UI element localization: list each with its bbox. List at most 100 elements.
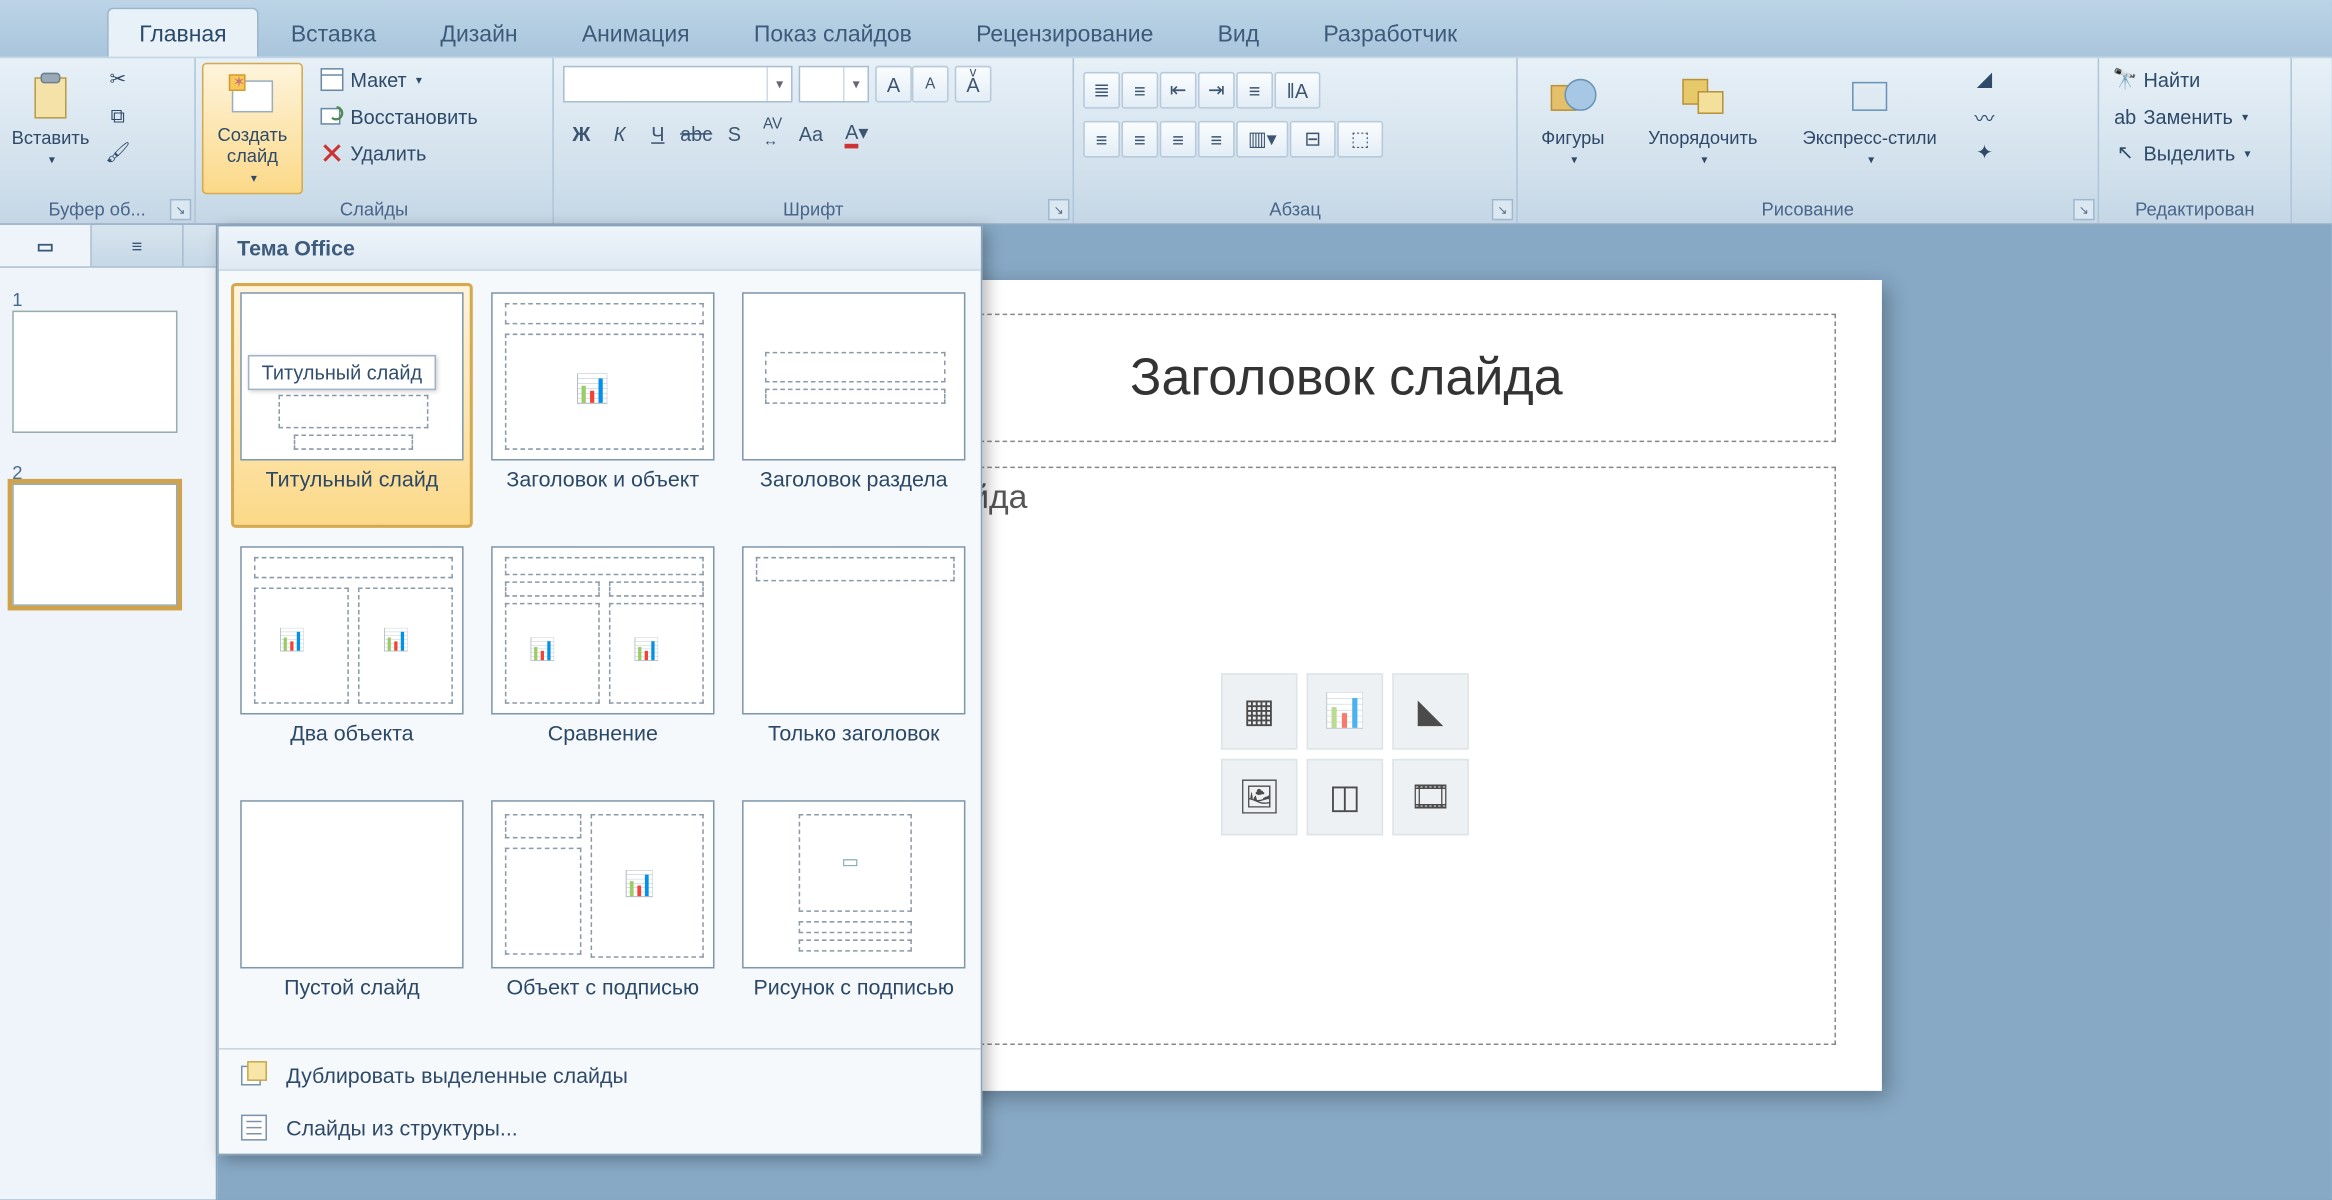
delete-icon xyxy=(320,141,344,165)
smartart-button[interactable]: ⬚ xyxy=(1337,121,1383,158)
indent-icon: ⇥ xyxy=(1208,78,1225,102)
shape-effects-button[interactable]: ✦ xyxy=(1965,136,2005,170)
slides-tab-icon: ▭ xyxy=(36,235,53,256)
drawing-dialog-launcher[interactable]: ↘ xyxy=(2073,199,2094,220)
delete-slide-button[interactable]: Удалить xyxy=(312,136,485,170)
reset-button[interactable]: Восстановить xyxy=(312,99,485,133)
group-slides: ✶ Создать слайд Макет ▾ Восстановить xyxy=(196,58,554,223)
tab-review[interactable]: Рецензирование xyxy=(944,8,1185,57)
outdent-button[interactable]: ⇤ xyxy=(1160,72,1197,109)
layout-two-content[interactable]: 📊 📊 Два объекта xyxy=(231,537,473,782)
slides-from-outline-action[interactable]: Слайды из структуры... xyxy=(219,1102,981,1154)
insert-smartart-icon[interactable]: ◣ xyxy=(1392,673,1469,750)
shadow-button[interactable]: S xyxy=(716,115,753,152)
outline-icon: 〰 xyxy=(1972,104,1996,128)
clipboard-dialog-launcher[interactable]: ↘ xyxy=(170,199,191,220)
shapes-button[interactable]: Фигуры xyxy=(1524,63,1622,195)
chevron-down-icon: ▾ xyxy=(2242,109,2248,123)
format-painter-button[interactable]: 🖌 xyxy=(98,136,138,170)
change-case-button[interactable]: Aa xyxy=(793,115,830,152)
tab-developer[interactable]: Разработчик xyxy=(1291,8,1489,57)
insert-table-icon[interactable]: ▦ xyxy=(1221,673,1298,750)
tab-view[interactable]: Вид xyxy=(1185,8,1291,57)
ribbon-tabs: Главная Вставка Дизайн Анимация Показ сл… xyxy=(0,0,2332,57)
group-editing: 🔭Найти abЗаменить▾ ↖Выделить▾ Редактиров… xyxy=(2099,58,2292,223)
shrink-font-button[interactable]: A xyxy=(912,66,949,103)
copy-button[interactable]: ⧉ xyxy=(98,99,138,133)
layout-content-caption[interactable]: 📊 Объект с подписью xyxy=(482,791,724,1036)
paste-button[interactable]: Вставить xyxy=(6,63,95,195)
clear-format-button[interactable]: Aͮ xyxy=(955,66,992,103)
layout-title-content[interactable]: 📊 Заголовок и объект xyxy=(482,283,724,528)
italic-button[interactable]: К xyxy=(601,115,638,152)
gallery-theme-header: Тема Office xyxy=(219,226,981,270)
font-family-combo[interactable]: ▾ xyxy=(563,66,793,103)
tab-insert[interactable]: Вставка xyxy=(259,8,409,57)
spacing-icon: AV↔ xyxy=(763,116,782,150)
shape-outline-button[interactable]: 〰 xyxy=(1965,99,2005,133)
font-dialog-launcher[interactable]: ↘ xyxy=(1048,199,1069,220)
layout-picture-caption[interactable]: ▭ Рисунок с подписью xyxy=(733,791,975,1036)
text-direction-icon: ‖A xyxy=(1287,79,1308,102)
numbering-button[interactable]: ≡ xyxy=(1121,72,1158,109)
align-right-button[interactable]: ≡ xyxy=(1160,121,1197,158)
slide-thumbnail[interactable]: 2 xyxy=(12,453,203,614)
insert-chart-icon[interactable]: 📊 xyxy=(1307,673,1384,750)
tab-slideshow[interactable]: Показ слайдов xyxy=(722,8,944,57)
indent-button[interactable]: ⇥ xyxy=(1198,72,1235,109)
delete-label: Удалить xyxy=(350,142,426,165)
insert-clipart-icon[interactable]: ◫ xyxy=(1307,759,1384,836)
underline-button[interactable]: Ч xyxy=(640,115,677,152)
select-button[interactable]: ↖Выделить▾ xyxy=(2105,136,2258,170)
insert-picture-icon[interactable]: 🖼 xyxy=(1221,759,1298,836)
justify-button[interactable]: ≡ xyxy=(1198,121,1235,158)
text-direction-button[interactable]: ‖A xyxy=(1274,72,1320,109)
slides-tab[interactable]: ▭ xyxy=(0,225,92,266)
slide-layout-gallery: Тема Office Титульный слайд Титульный сл… xyxy=(217,225,982,1155)
new-slide-button[interactable]: ✶ Создать слайд xyxy=(202,63,303,195)
align-center-button[interactable]: ≡ xyxy=(1121,121,1158,158)
strike-button[interactable]: abc xyxy=(678,115,715,152)
char-spacing-button[interactable]: AV↔ xyxy=(754,115,791,152)
columns-button[interactable]: ▥▾ xyxy=(1236,121,1288,158)
bold-button[interactable]: Ж xyxy=(563,115,600,152)
tab-design[interactable]: Дизайн xyxy=(408,8,549,57)
paragraph-dialog-launcher[interactable]: ↘ xyxy=(1492,199,1513,220)
layout-title-only[interactable]: Только заголовок xyxy=(733,537,975,782)
valign-icon: ⊟ xyxy=(1304,127,1321,151)
cut-button[interactable]: ✂ xyxy=(98,63,138,97)
quick-styles-button[interactable]: Экспресс-стили xyxy=(1784,63,1955,195)
ribbon: Вставить ✂ ⧉ 🖌 Буфер об... ↘ ✶ Созда xyxy=(0,57,2332,225)
office-button[interactable] xyxy=(3,3,95,49)
slide-thumbnail[interactable]: 1 xyxy=(12,280,203,441)
align-text-button[interactable]: ⊟ xyxy=(1290,121,1336,158)
layout-comparison[interactable]: 📊 📊 Сравнение xyxy=(482,537,724,782)
insert-media-icon[interactable]: 🎞 xyxy=(1392,759,1469,836)
tab-home[interactable]: Главная xyxy=(107,8,259,57)
line-spacing-button[interactable]: ≡ xyxy=(1236,72,1273,109)
slide-thumbnail-pane: ▭ ≡ 1 2 xyxy=(0,225,217,1200)
duplicate-slides-action[interactable]: Дублировать выделенные слайды xyxy=(219,1050,981,1102)
title-placeholder[interactable]: Заголовок слайда xyxy=(857,314,1836,443)
find-button[interactable]: 🔭Найти xyxy=(2105,63,2258,97)
font-color-button[interactable]: A▾ xyxy=(831,115,883,152)
tab-animation[interactable]: Анимация xyxy=(550,8,722,57)
content-placeholder[interactable]: кст слайда ▦ 📊 ◣ 🖼 ◫ 🎞 xyxy=(857,467,1836,1045)
layout-section-header[interactable]: Заголовок раздела xyxy=(733,283,975,528)
layout-button[interactable]: Макет ▾ xyxy=(312,63,485,97)
layout-tooltip: Титульный слайд xyxy=(248,355,436,390)
grow-font-button[interactable]: A xyxy=(875,66,912,103)
content-placeholder-icons: ▦ 📊 ◣ 🖼 ◫ 🎞 xyxy=(1221,673,1472,838)
outline-tab[interactable]: ≡ xyxy=(92,225,184,266)
arrange-button[interactable]: Упорядочить xyxy=(1625,63,1781,195)
smartart-icon: ⬚ xyxy=(1351,127,1370,151)
replace-button[interactable]: abЗаменить▾ xyxy=(2105,99,2258,133)
font-size-combo[interactable]: ▾ xyxy=(799,66,869,103)
underline-icon: Ч xyxy=(651,122,664,145)
align-left-button[interactable]: ≡ xyxy=(1083,121,1120,158)
shapes-icon xyxy=(1547,70,1599,122)
paste-icon xyxy=(24,70,76,122)
layout-blank[interactable]: Пустой слайд xyxy=(231,791,473,1036)
shape-fill-button[interactable]: ◢ xyxy=(1965,63,2005,97)
bullets-button[interactable]: ≣ xyxy=(1083,72,1120,109)
